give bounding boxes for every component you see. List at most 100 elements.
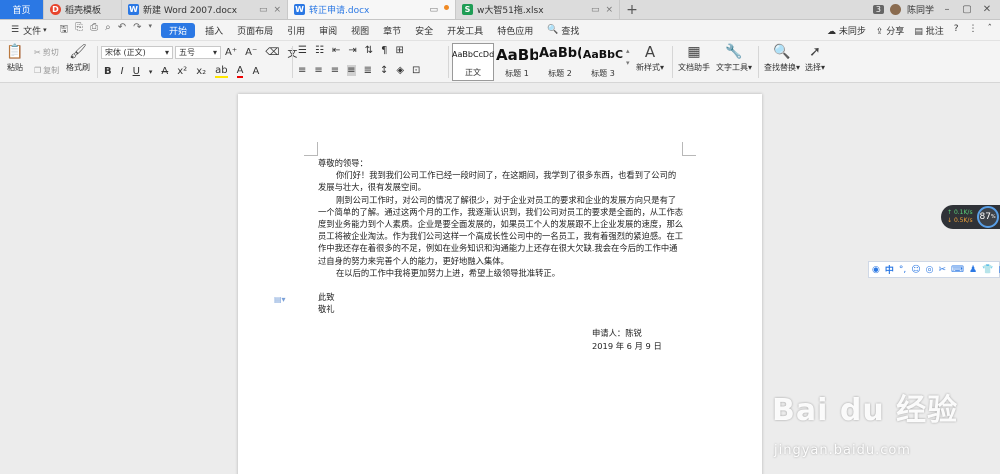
comment-button[interactable]: ▤ 批注 [914,24,943,37]
tab-monitor-icon[interactable]: ▭ [591,5,600,15]
clear-format-icon[interactable]: ⌫ [265,47,279,58]
voice-icon[interactable]: ◎ [926,265,934,275]
align-center-icon[interactable]: ≡ [314,65,322,76]
font-size-select[interactable]: 五号 ▾ [175,46,221,59]
borders-icon[interactable]: ⊡ [412,65,420,76]
tab-zhuanzheng[interactable]: W 转正申请.docx ▭ [288,0,456,19]
shrink-font-icon[interactable]: A⁻ [245,47,257,58]
grow-font-icon[interactable]: A⁺ [225,47,237,58]
ime-language-toggle[interactable]: 中 [885,263,894,276]
numbered-list-icon[interactable]: ☷ [315,45,324,56]
superscript-icon[interactable]: x² [177,66,187,77]
menu-special-apps[interactable]: 特色应用 [490,20,540,41]
line-spacing-icon[interactable]: ↕ [380,65,388,76]
tab-home[interactable]: 首页 [0,0,44,19]
user-name[interactable]: 陈同学 [907,3,934,16]
maximize-icon[interactable]: ▢ [960,4,974,15]
new-style-button[interactable]: A 新样式▾ [636,43,664,73]
format-painter-button[interactable]: 🖌 格式刷 [66,44,90,73]
export-pdf-icon[interactable]: ⎘ [75,22,83,39]
tab-daoke[interactable]: D 稻壳模板 [44,0,122,19]
menu-section[interactable]: 章节 [376,20,408,41]
tab-monitor-icon[interactable]: ▭ [429,5,438,15]
more-icon[interactable]: ⋮ [969,24,978,37]
find-replace-button[interactable]: 🔍 查找替换▾ [764,44,800,73]
tab-monitor-icon[interactable]: ▭ [259,5,268,15]
tab-close-icon[interactable]: × [273,5,281,15]
avatar[interactable] [889,4,901,15]
menu-insert[interactable]: 插入 [198,20,230,41]
tools-icon[interactable]: ✂ [939,265,947,275]
menu-references[interactable]: 引用 [280,20,312,41]
char-border-icon[interactable]: A [252,66,259,77]
redo-icon[interactable]: ↷ [133,22,141,39]
chevron-down-icon[interactable]: ▾ [149,68,153,76]
menu-security[interactable]: 安全 [408,20,440,41]
menu-review[interactable]: 审阅 [312,20,344,41]
chevron-down-icon[interactable]: ▾ [626,59,630,67]
shading-icon[interactable]: ◈ [396,65,404,76]
collapse-ribbon-icon[interactable]: ˆ [988,24,993,37]
select-button[interactable]: ➚ 选择▾ [805,44,825,73]
file-menu[interactable]: ☰ 文件 ▾ [4,20,54,41]
sort-icon[interactable]: ⇅ [365,45,373,56]
share-button[interactable]: ⇪ 分享 [876,24,904,37]
italic-icon[interactable]: I [121,66,124,77]
user-icon[interactable]: ♟ [969,265,977,275]
punctuation-icon[interactable]: °, [899,265,906,275]
paste-button[interactable]: 📋 粘贴 [6,44,24,73]
align-right-icon[interactable]: ≡ [331,65,339,76]
bullet-list-icon[interactable]: ☰ [298,45,307,56]
document-page[interactable]: ▤▾ 尊敬的领导： 你们好！我到我们公司工作已经一段时间了，在这期间，我学到了很… [238,94,762,474]
align-left-icon[interactable]: ≡ [298,65,306,76]
save-icon[interactable]: 🖫 [60,22,69,39]
chevron-down-icon[interactable]: ▾ [149,22,153,39]
chevron-up-icon[interactable]: ▴ [626,47,630,55]
cut-button[interactable]: ✂ 剪切 [34,47,59,58]
style-heading-1[interactable]: AaBb 标题 1 [496,43,538,81]
show-marks-icon[interactable]: ¶ [381,45,387,56]
ime-toolbar[interactable]: ◉ 中 °, ☺ ◎ ✂ ⌨ ♟ 👕 ▦ [868,261,1000,278]
new-tab-button[interactable]: + [620,0,644,19]
menu-developer[interactable]: 开发工具 [440,20,490,41]
style-normal[interactable]: AaBbCcDd 正文 [452,43,494,81]
menu-view[interactable]: 视图 [344,20,376,41]
style-scroll[interactable]: ▴ ▾ [626,47,630,67]
tab-excel[interactable]: S w大智51拖.xlsx ▭ × [456,0,620,19]
paragraph-layout-icon[interactable]: ▤▾ [274,295,286,304]
search-menu[interactable]: 🔍 查找 [540,20,586,41]
keyboard-icon[interactable]: ⌨ [951,265,964,275]
minimize-icon[interactable]: – [940,4,954,15]
distributed-icon[interactable]: ≣ [364,65,372,76]
emoji-icon[interactable]: ☺ [911,265,920,275]
tab-new-word[interactable]: W 新建 Word 2007.docx ▭ × [122,0,288,19]
menu-page-layout[interactable]: 页面布局 [230,20,280,41]
text-tools-button[interactable]: 🔧 文字工具▾ [716,44,752,73]
align-justify-icon[interactable]: ≡ [347,65,356,76]
help-icon[interactable]: ? [954,24,959,37]
print-preview-icon[interactable]: ⌕ [105,22,111,39]
style-heading-3[interactable]: AaBbC 标题 3 [582,43,624,81]
decrease-indent-icon[interactable]: ⇤ [332,45,340,56]
undo-icon[interactable]: ↶ [118,22,126,39]
table-icon[interactable]: ⊞ [395,45,403,56]
document-body[interactable]: 尊敬的领导： 你们好！我到我们公司工作已经一段时间了，在这期间，我学到了很多东西… [318,157,684,352]
close-icon[interactable]: ✕ [980,4,994,15]
window-count-badge[interactable]: 3 [872,5,884,14]
style-heading-2[interactable]: AaBb( 标题 2 [539,43,581,81]
subscript-icon[interactable]: x₂ [196,66,206,77]
skin-icon[interactable]: 👕 [982,265,993,275]
bold-icon[interactable]: B [104,66,112,77]
font-name-select[interactable]: 宋体 (正文) ▾ [101,46,173,59]
network-speed-widget[interactable]: ↑ 0.1K/s ↓ 0.5K/s 87% [941,205,1000,229]
ime-logo-icon[interactable]: ◉ [872,265,880,275]
copy-button[interactable]: ❐ 复制 [34,65,59,76]
highlight-icon[interactable]: ab [215,65,228,78]
increase-indent-icon[interactable]: ⇥ [348,45,356,56]
sync-status[interactable]: ☁ 未同步 [827,24,866,37]
tab-close-icon[interactable]: × [605,5,613,15]
font-color-icon[interactable]: A [236,65,244,78]
menu-home[interactable]: 开始 [161,22,196,38]
underline-icon[interactable]: U [133,66,140,77]
doc-assistant-button[interactable]: ▦ 文档助手 [678,44,710,73]
